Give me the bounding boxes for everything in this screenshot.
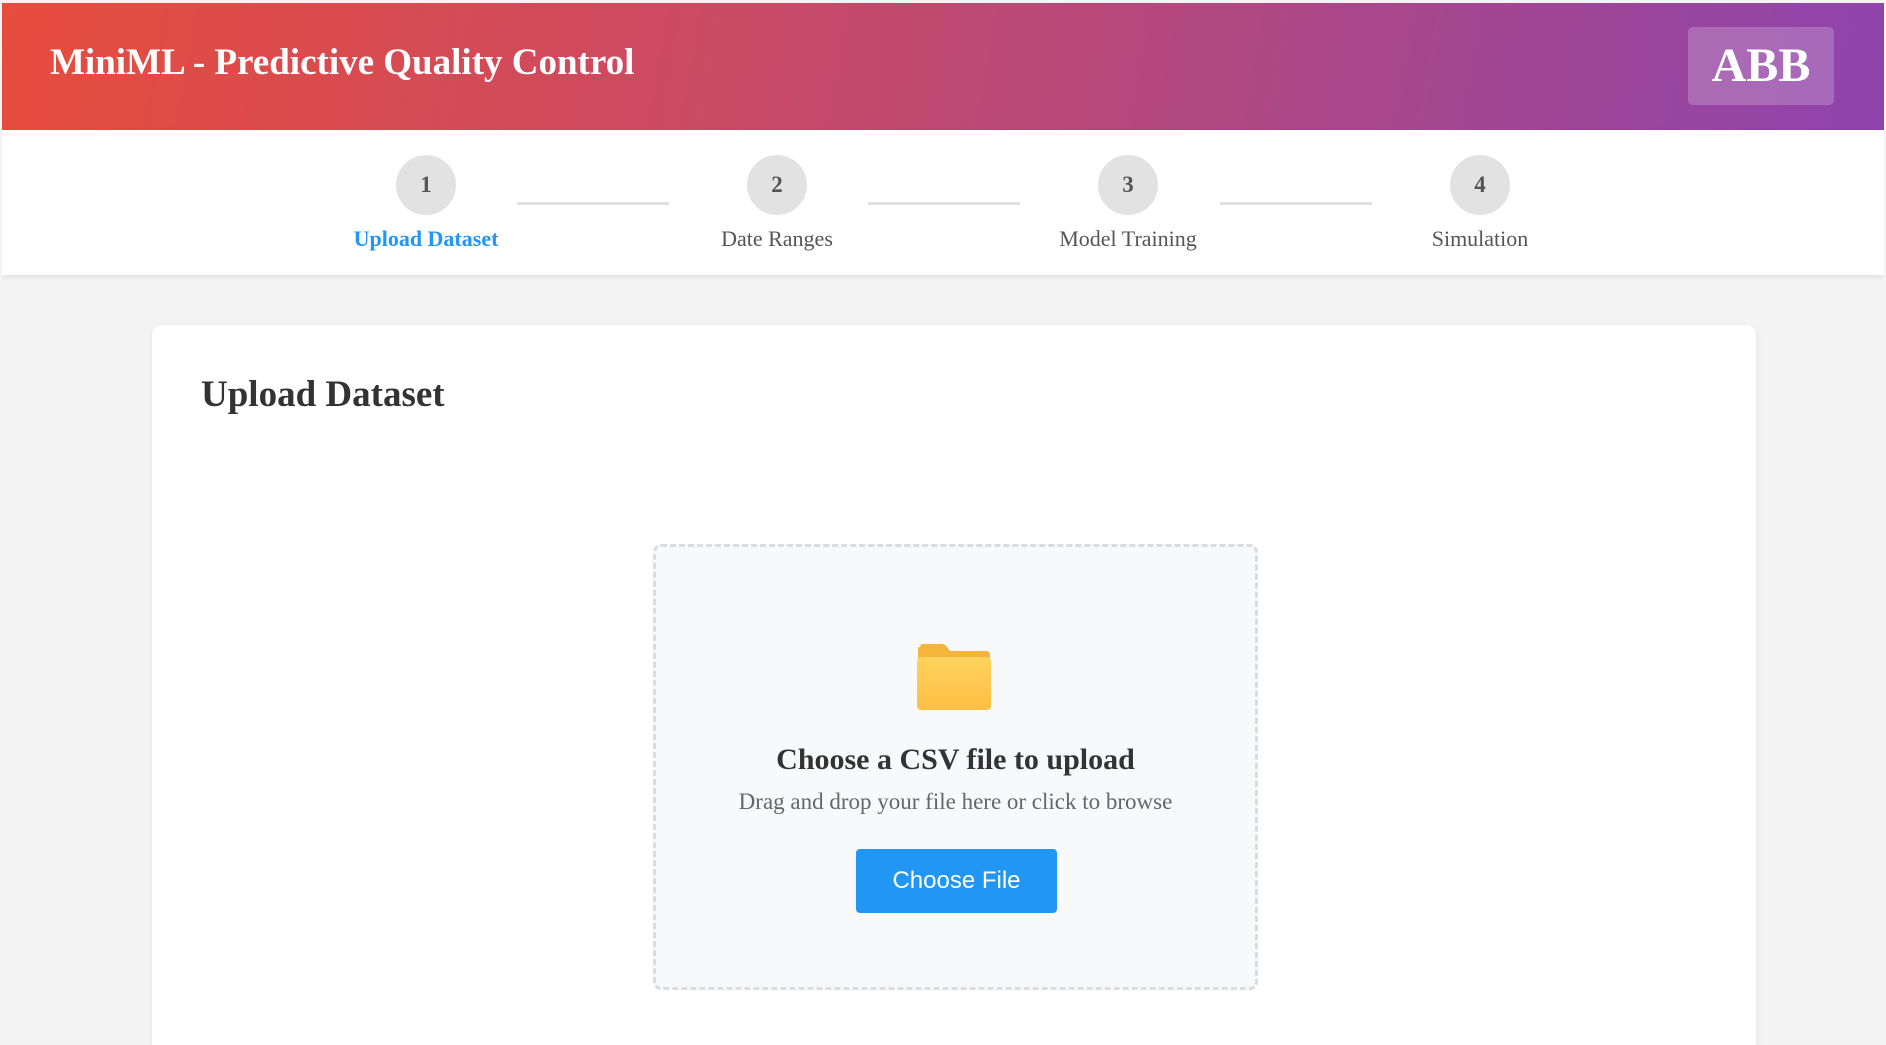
step-model-training[interactable]: 3 Model Training	[1028, 130, 1228, 275]
step-label: Date Ranges	[721, 226, 833, 251]
upload-title: Choose a CSV file to upload	[776, 743, 1135, 776]
choose-file-button[interactable]: Choose File	[856, 849, 1057, 913]
progress-stepper: 1 Upload Dataset 2 Date Ranges 3 Model T…	[2, 130, 1884, 275]
step-date-ranges[interactable]: 2 Date Ranges	[677, 130, 877, 275]
step-connector	[517, 202, 669, 205]
step-connector	[868, 202, 1020, 205]
step-label: Upload Dataset	[353, 226, 499, 251]
step-connector	[1220, 202, 1372, 205]
file-dropzone[interactable]: Choose a CSV file to upload Drag and dro…	[653, 544, 1258, 990]
folder-icon	[917, 644, 991, 710]
step-label: Model Training	[1059, 226, 1197, 251]
app-header: MiniML - Predictive Quality Control ABB	[2, 3, 1884, 130]
upload-card: Upload Dataset Choose a CSV file to uplo…	[152, 325, 1756, 1045]
app-frame: MiniML - Predictive Quality Control ABB …	[2, 3, 1884, 1045]
step-upload-dataset[interactable]: 1 Upload Dataset	[326, 130, 526, 275]
upload-subtitle: Drag and drop your file here or click to…	[738, 789, 1173, 814]
step-number: 4	[1450, 155, 1510, 215]
card-title: Upload Dataset	[201, 374, 445, 415]
step-label: Simulation	[1431, 226, 1529, 251]
step-simulation[interactable]: 4 Simulation	[1380, 130, 1580, 275]
step-number: 2	[747, 155, 807, 215]
step-number: 1	[396, 155, 456, 215]
step-number: 3	[1098, 155, 1158, 215]
abb-logo: ABB	[1688, 27, 1834, 105]
app-title: MiniML - Predictive Quality Control	[50, 42, 635, 83]
